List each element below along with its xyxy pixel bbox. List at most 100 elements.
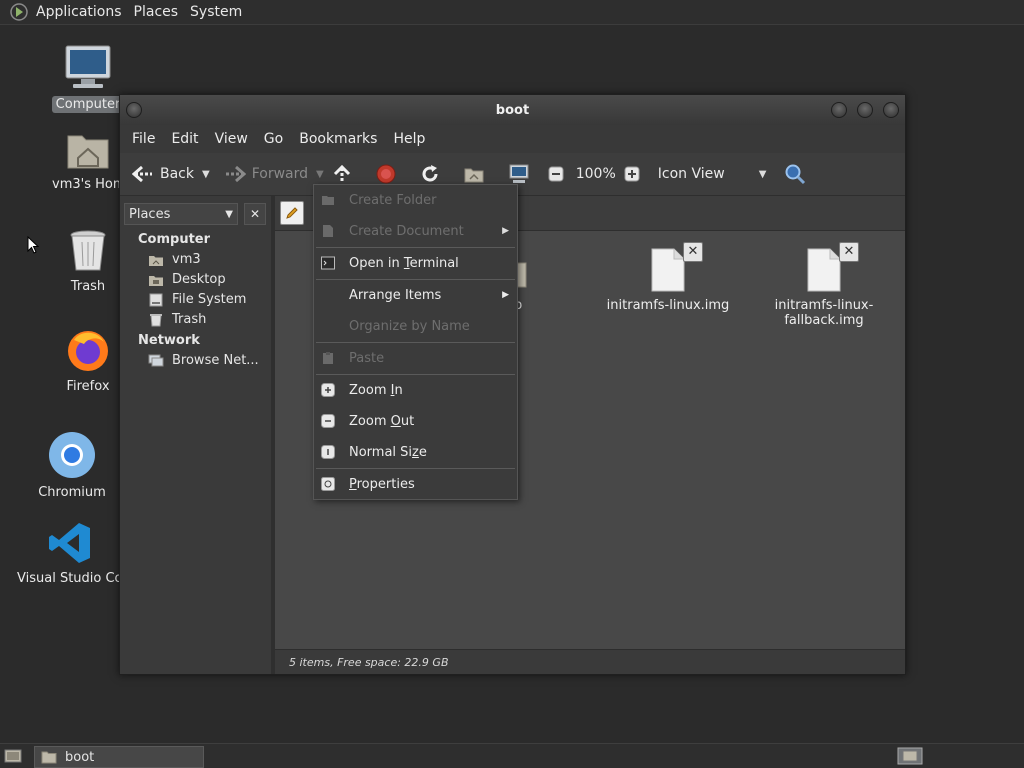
menu-item-properties[interactable]: Properties	[314, 471, 517, 497]
unreadable-emblem-icon: ✕	[839, 242, 859, 262]
window-title: boot	[495, 102, 530, 118]
back-button[interactable]: Back ▼	[132, 165, 210, 183]
stop-button[interactable]	[376, 164, 402, 184]
menu-item-label: Zoom In	[349, 382, 403, 398]
sidebar-item-browse-network[interactable]: Browse Net...	[148, 353, 271, 368]
sidebar-item-desktop[interactable]: Desktop	[148, 272, 271, 287]
menu-go[interactable]: Go	[256, 131, 291, 147]
search-button[interactable]	[784, 163, 812, 185]
taskbar-item-boot[interactable]: boot	[34, 746, 204, 768]
folder-icon	[41, 751, 57, 764]
sidebar-heading-computer: Computer	[138, 232, 211, 247]
folder-icon	[322, 196, 334, 205]
zoom-original-icon	[321, 445, 335, 459]
menu-item-create-document[interactable]: Create Document ▶	[314, 218, 517, 244]
menu-view[interactable]: View	[207, 131, 256, 147]
window-menu-button[interactable]	[126, 102, 142, 118]
reload-button[interactable]	[420, 164, 446, 184]
back-arrow-icon	[132, 165, 152, 183]
reload-icon	[422, 165, 438, 182]
computer-button[interactable]	[508, 164, 536, 184]
view-mode-select[interactable]: Icon View ▼	[658, 166, 767, 182]
up-arrow-icon	[333, 164, 350, 183]
desktop-icon-label: vm3's Home	[52, 177, 128, 192]
desktop-icon-label: Computer	[51, 96, 125, 113]
sidebar-selector-value: Places	[129, 206, 171, 222]
menu-help[interactable]: Help	[385, 131, 433, 147]
close-icon: ✕	[249, 207, 261, 221]
home-folder-icon	[149, 255, 163, 266]
home-folder-icon	[67, 135, 109, 169]
menu-item-open-in-terminal[interactable]: Open in Terminal	[314, 250, 517, 276]
file-icon	[807, 248, 841, 292]
top-panel: Applications Places System	[0, 0, 1024, 25]
menu-edit[interactable]: Edit	[163, 131, 206, 147]
menu-separator	[316, 468, 515, 469]
menu-item-label: Properties	[349, 476, 415, 492]
file-name: initramfs-linux-fallback.img	[774, 298, 874, 328]
places-menu[interactable]: Places	[128, 4, 185, 20]
sidebar-item-vm3[interactable]: vm3	[148, 252, 271, 267]
maximize-button[interactable]	[857, 102, 873, 118]
sidebar-close-button[interactable]: ✕	[244, 203, 266, 225]
stop-icon	[376, 164, 396, 184]
menu-separator	[316, 374, 515, 375]
zoom-level[interactable]: 100%	[576, 166, 616, 182]
file-item-initramfs-fallback[interactable]: ✕ initramfs-linux-fallback.img	[759, 242, 889, 328]
computer-icon	[65, 45, 111, 88]
submenu-arrow-icon: ▶	[502, 290, 509, 300]
menu-item-label: Normal Size	[349, 444, 427, 460]
menu-bookmarks[interactable]: Bookmarks	[291, 131, 385, 147]
show-desktop-icon[interactable]	[4, 747, 22, 765]
window-titlebar[interactable]: boot	[120, 95, 905, 125]
search-icon	[785, 164, 806, 185]
desktop-icon-label: Trash	[70, 279, 106, 294]
chevron-down-icon: ▼	[758, 168, 767, 180]
file-name: initramfs-linux.img	[606, 298, 730, 313]
menu-file[interactable]: File	[124, 131, 163, 147]
file-icon	[651, 248, 685, 292]
desktop-icon-chromium[interactable]: Chromium	[17, 430, 127, 501]
zoom-level-value: 100%	[575, 166, 616, 182]
system-menu[interactable]: System	[184, 4, 248, 20]
file-item-initramfs[interactable]: ✕ initramfs-linux.img	[603, 242, 733, 313]
menu-item-create-folder[interactable]: Create Folder	[314, 187, 517, 213]
forward-button[interactable]: Forward ▼	[224, 165, 324, 183]
forward-arrow-icon	[225, 165, 246, 183]
back-history-dropdown-icon[interactable]: ▼	[202, 169, 210, 180]
applications-menu[interactable]: Applications	[30, 4, 128, 20]
up-button[interactable]	[332, 164, 358, 184]
zoom-out-icon	[321, 414, 335, 428]
mate-logo-icon[interactable]	[10, 3, 28, 21]
menu-item-label: Create Folder	[349, 192, 437, 208]
mouse-cursor-icon	[27, 236, 39, 254]
toggle-location-button[interactable]	[280, 201, 304, 225]
sidebar-item-label: vm3	[172, 252, 201, 267]
menu-item-paste[interactable]: Paste	[314, 345, 517, 371]
zoom-in-button[interactable]	[624, 166, 646, 182]
desktop-icon-vscode[interactable]: Visual Studio Code	[17, 520, 123, 587]
zoom-out-button[interactable]	[548, 166, 570, 182]
menu-item-normal-size[interactable]: Normal Size	[314, 439, 517, 465]
status-text: 5 items, Free space: 22.9 GB	[289, 655, 449, 669]
menu-item-arrange-items[interactable]: Arrange Items ▶	[314, 282, 517, 308]
home-button[interactable]	[464, 165, 490, 183]
workspace-switcher-icon[interactable]	[897, 747, 923, 765]
trash-icon	[150, 313, 162, 326]
zoom-in-icon	[321, 383, 335, 397]
menu-item-organize-by-name[interactable]: Organize by Name	[314, 313, 517, 339]
forward-history-dropdown-icon[interactable]: ▼	[316, 169, 324, 180]
menu-item-label: Arrange Items	[349, 287, 442, 303]
minimize-button[interactable]	[831, 102, 847, 118]
sidebar-item-file-system[interactable]: File System	[148, 292, 271, 307]
menu-item-zoom-out[interactable]: Zoom Out	[314, 408, 517, 434]
trash-icon	[70, 230, 106, 271]
zoom-in-icon	[624, 166, 640, 182]
sidebar-selector[interactable]: Places ▼	[124, 203, 238, 225]
desktop-icon-label: Visual Studio Code	[17, 571, 123, 586]
chromium-icon	[49, 432, 95, 478]
sidebar-item-trash[interactable]: Trash	[148, 312, 271, 327]
menu-item-zoom-in[interactable]: Zoom In	[314, 377, 517, 403]
close-button[interactable]	[883, 102, 899, 118]
terminal-icon	[321, 256, 335, 270]
